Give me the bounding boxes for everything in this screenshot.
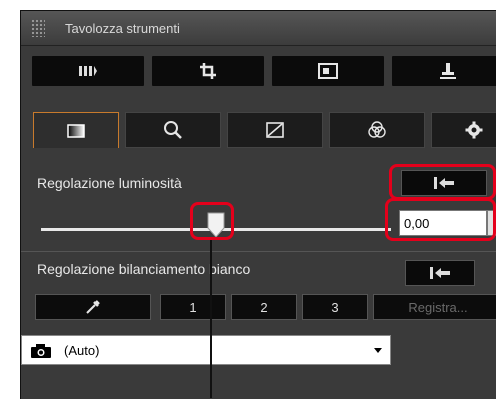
tab-curve[interactable] — [227, 112, 323, 148]
brightness-slider-thumb[interactable] — [207, 212, 225, 238]
white-balance-reset-button[interactable] — [405, 260, 475, 286]
callout-line — [210, 240, 212, 398]
brightness-label: Regolazione luminosità — [37, 175, 182, 191]
brightness-reset-button[interactable] — [401, 170, 487, 196]
window-title: Tavolozza strumenti — [65, 21, 180, 36]
brightness-icon — [67, 123, 85, 138]
tool-palette: Tavolozza strumenti Regolazione luminosi… — [20, 10, 496, 399]
reset-arrow-icon — [434, 177, 454, 189]
brightness-value-field[interactable]: 0,00 — [399, 210, 487, 236]
tab-bar — [21, 106, 496, 148]
image-button[interactable] — [271, 55, 385, 87]
gear-icon — [465, 121, 483, 139]
crop-icon — [200, 63, 216, 79]
image-icon — [318, 63, 338, 79]
camera-icon — [31, 344, 51, 358]
preset-button-2[interactable]: 2 — [231, 294, 297, 320]
stamp-icon — [440, 63, 456, 79]
reset-arrow-icon — [430, 267, 450, 279]
grip-icon[interactable] — [31, 19, 45, 37]
tab-color[interactable] — [329, 112, 425, 148]
white-balance-selected: (Auto) — [64, 343, 100, 358]
white-balance-select[interactable]: (Auto) — [21, 335, 391, 365]
zoom-grid-icon — [164, 121, 182, 139]
tool-button-1[interactable] — [31, 55, 145, 87]
tab-brightness[interactable] — [33, 112, 119, 148]
brightness-spinner[interactable] — [487, 210, 496, 236]
preset-button-3[interactable]: 3 — [302, 294, 368, 320]
tab-zoom[interactable] — [125, 112, 221, 148]
tab-settings[interactable] — [431, 112, 496, 148]
white-balance-label: Regolazione bilanciamento bianco — [37, 261, 251, 277]
register-button[interactable]: Registra... — [373, 294, 496, 320]
title-bar[interactable]: Tavolozza strumenti — [21, 11, 496, 46]
eyedropper-button[interactable] — [35, 294, 151, 320]
section-divider — [21, 251, 496, 252]
chevron-down-icon — [374, 348, 382, 353]
crop-button[interactable] — [151, 55, 265, 87]
preset-button-1[interactable]: 1 — [160, 294, 226, 320]
compare-icon — [79, 66, 97, 76]
color-circles-icon — [368, 121, 386, 138]
eyedropper-icon — [86, 300, 100, 314]
tone-curve-icon — [266, 122, 284, 138]
stamp-button[interactable] — [391, 55, 496, 87]
